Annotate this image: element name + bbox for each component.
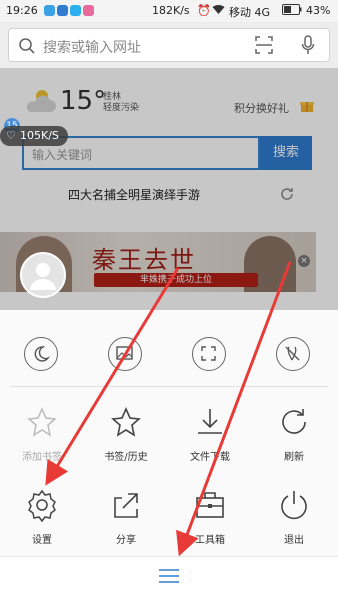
wifi-icon — [212, 4, 225, 18]
refresh-label: 刷新 — [284, 452, 304, 463]
refresh-icon — [276, 404, 312, 440]
microphone-icon[interactable] — [301, 35, 315, 59]
alarm-icon: ⏰ — [197, 4, 211, 17]
app-notification-icon — [44, 5, 55, 16]
battery-percent: 43% — [306, 4, 331, 17]
battery-icon — [282, 4, 302, 18]
app2-notification-icon — [83, 5, 94, 16]
fullscreen-icon[interactable] — [192, 337, 226, 371]
night-mode-icon[interactable] — [24, 337, 58, 371]
avatar[interactable] — [20, 252, 66, 298]
power-icon — [276, 487, 312, 523]
no-trace-mode-icon[interactable] — [276, 337, 310, 371]
toolbox-icon — [192, 487, 228, 523]
url-search-placeholder: 搜索或输入网址 — [43, 40, 141, 56]
browser-notification-icon — [57, 5, 68, 16]
add-bookmark-label: 添加书签 — [22, 452, 62, 463]
network-speed: 182K/s — [152, 4, 190, 17]
speed-value: 105K/S — [20, 129, 59, 142]
status-time: 19:26 — [6, 4, 38, 17]
carrier-label: 移动 4G — [229, 6, 271, 19]
search-icon — [18, 37, 36, 59]
star-icon — [108, 404, 144, 440]
speed-badge: ♡ 105K/S — [0, 126, 68, 146]
toolbox-label: 工具箱 — [195, 535, 225, 546]
star-outline-icon — [24, 404, 60, 440]
no-image-mode-icon[interactable] — [108, 337, 142, 371]
exit-label: 退出 — [284, 535, 304, 546]
share-icon — [108, 487, 144, 523]
settings-label: 设置 — [32, 535, 52, 546]
bookmarks-history-label: 书签/历史 — [104, 452, 148, 463]
share-label: 分享 — [116, 535, 136, 546]
menu-collapse-icon[interactable] — [158, 567, 180, 589]
url-search-bar[interactable]: 搜索或输入网址 — [8, 28, 330, 62]
status-bar: 19:26 182K/s ⏰ 移动 4G 43% — [0, 0, 338, 22]
shield-icon: ♡ — [6, 129, 16, 142]
qq-notification-icon — [70, 5, 81, 16]
menu-divider — [10, 386, 328, 387]
bottom-toolbar — [0, 556, 338, 600]
download-icon — [192, 404, 228, 440]
scan-icon[interactable] — [255, 36, 273, 58]
downloads-label: 文件下载 — [190, 452, 230, 463]
gear-icon — [24, 487, 60, 523]
